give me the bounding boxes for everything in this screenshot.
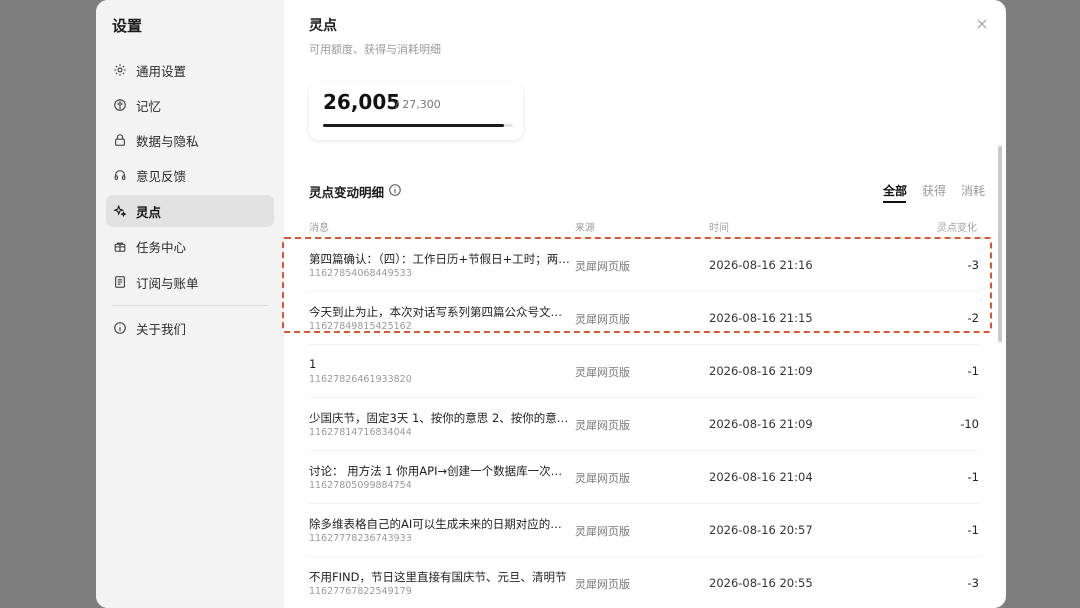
sidebar-item-label: 关于我们	[136, 321, 187, 337]
row-message: 不用FIND，节日这里直接有国庆节、元旦、清明节	[309, 570, 567, 584]
row-source: 灵犀网页版	[575, 472, 630, 485]
sidebar-item-memory[interactable]: 记忆	[106, 89, 274, 121]
row-id: 11627805099884754	[309, 480, 412, 491]
row-id: 11627849815425162	[309, 321, 412, 332]
info-icon[interactable]	[388, 183, 402, 197]
row-points-change: -10	[960, 417, 979, 431]
row-time: 2026-08-16 21:09	[709, 417, 813, 431]
row-id: 11627778236743933	[309, 533, 412, 544]
sidebar-divider	[112, 305, 268, 306]
row-message: 第四篇确认：（四）：工作日历+节假日+工时；两层结构	[309, 252, 571, 266]
sidebar-item-label: 数据与隐私	[136, 133, 199, 149]
row-points-change: -1	[967, 470, 979, 484]
receipt-icon	[113, 275, 127, 289]
row-message: 讨论： 用方法 1 你用API→创建一个数据库一次性导入全部数据	[309, 464, 571, 478]
table-row[interactable]: 今天到止为止，本次对话写系列第四篇公众号文章的内容 116278498154251…	[309, 292, 979, 345]
row-points-change: -2	[967, 311, 979, 325]
row-message: 少国庆节，固定3天 1、按你的意思 2、按你的意思 3、按你的意思	[309, 411, 571, 425]
row-source: 灵犀网页版	[575, 366, 630, 379]
row-id: 11627826461933820	[309, 374, 412, 385]
section-title: 灵点变动明细	[309, 185, 385, 200]
points-progress-track	[323, 124, 513, 127]
tab-all[interactable]: 全部	[883, 182, 907, 199]
sidebar-item-label: 订阅与账单	[136, 275, 199, 291]
points-current: 26,005	[323, 90, 401, 114]
column-header-message: 消息	[309, 223, 329, 234]
brain-icon	[113, 98, 127, 112]
points-panel: 灵点 可用额度、获得与消耗明细 26,005 / 27,300 灵点变动明细 全…	[284, 0, 1006, 608]
sidebar-item-label: 意见反馈	[136, 168, 187, 184]
table-row[interactable]: 除多维表格自己的AI可以生成未来的日期对应的公历农历节日 116277782367…	[309, 504, 979, 557]
row-id: 11627767822549179	[309, 586, 412, 597]
table-row[interactable]: 讨论： 用方法 1 你用API→创建一个数据库一次性导入全部数据 11627805…	[309, 451, 979, 504]
settings-dialog: 设置 通用设置 记忆 数据与隐私 意见反馈 灵点 任务中心 订阅与账单 关于我们…	[96, 0, 1006, 608]
page-title: 灵点	[309, 18, 337, 34]
column-header-source: 来源	[575, 223, 595, 234]
points-total: / 27,300	[395, 98, 441, 111]
row-points-change: -1	[967, 364, 979, 378]
row-time: 2026-08-16 21:16	[709, 258, 813, 272]
tab-consumed[interactable]: 消耗	[961, 182, 985, 199]
sidebar-item-about[interactable]: 关于我们	[106, 312, 274, 344]
table-row[interactable]: 少国庆节，固定3天 1、按你的意思 2、按你的意思 3、按你的意思 1162781…	[309, 398, 979, 451]
headset-icon	[113, 168, 127, 182]
row-time: 2026-08-16 21:09	[709, 364, 813, 378]
page-subtitle: 可用额度、获得与消耗明细	[309, 43, 441, 56]
sidebar-item-label: 灵点	[136, 204, 162, 220]
sidebar-item-label: 任务中心	[136, 239, 187, 255]
gear-icon	[113, 63, 127, 77]
row-time: 2026-08-16 21:15	[709, 311, 813, 325]
close-icon	[977, 19, 987, 29]
sidebar-item-points[interactable]: 灵点	[106, 195, 274, 227]
row-id: 11627854068449533	[309, 268, 412, 279]
sidebar-item-label: 记忆	[136, 98, 162, 114]
row-source: 灵犀网页版	[575, 313, 630, 326]
row-time: 2026-08-16 21:04	[709, 470, 813, 484]
close-button[interactable]	[974, 16, 990, 32]
points-balance-card: 26,005 / 27,300	[309, 82, 523, 140]
row-time: 2026-08-16 20:55	[709, 576, 813, 590]
row-points-change: -1	[967, 523, 979, 537]
sidebar-item-general[interactable]: 通用设置	[106, 54, 274, 86]
settings-sidebar: 设置 通用设置 记忆 数据与隐私 意见反馈 灵点 任务中心 订阅与账单 关于我们	[96, 0, 284, 608]
column-header-time: 时间	[709, 223, 729, 234]
table-row[interactable]: 不用FIND，节日这里直接有国庆节、元旦、清明节 1162776782254917…	[309, 557, 979, 608]
row-source: 灵犀网页版	[575, 525, 630, 538]
table-row[interactable]: 第四篇确认：（四）：工作日历+节假日+工时；两层结构 11627854068449…	[309, 239, 979, 292]
row-message: 除多维表格自己的AI可以生成未来的日期对应的公历农历节日	[309, 517, 571, 531]
sidebar-item-data-privacy[interactable]: 数据与隐私	[106, 124, 274, 156]
lock-icon	[113, 133, 127, 147]
column-header-change: 灵点变化	[937, 223, 977, 234]
table-row[interactable]: 1 11627826461933820 灵犀网页版 2026-08-16 21:09 -…	[309, 345, 979, 398]
tab-earned[interactable]: 获得	[922, 182, 946, 199]
row-source: 灵犀网页版	[575, 578, 630, 591]
sidebar-title: 设置	[112, 17, 143, 35]
active-tab-indicator	[883, 201, 906, 203]
row-points-change: -3	[967, 258, 979, 272]
sidebar-item-task-center[interactable]: 任务中心	[106, 230, 274, 262]
info-icon	[113, 321, 127, 335]
row-time: 2026-08-16 20:57	[709, 523, 813, 537]
sidebar-item-label: 通用设置	[136, 63, 187, 79]
scrollbar-thumb[interactable]	[998, 146, 1002, 342]
row-source: 灵犀网页版	[575, 419, 630, 432]
row-source: 灵犀网页版	[575, 260, 630, 273]
row-message: 1	[309, 357, 317, 371]
sidebar-item-subscription[interactable]: 订阅与账单	[106, 266, 274, 298]
row-points-change: -3	[967, 576, 979, 590]
sparkle-icon	[113, 204, 127, 218]
sidebar-item-feedback[interactable]: 意见反馈	[106, 159, 274, 191]
row-message: 今天到止为止，本次对话写系列第四篇公众号文章的内容	[309, 305, 571, 319]
row-id: 11627814716834044	[309, 427, 412, 438]
points-progress-fill	[323, 124, 504, 127]
gift-icon	[113, 239, 127, 253]
